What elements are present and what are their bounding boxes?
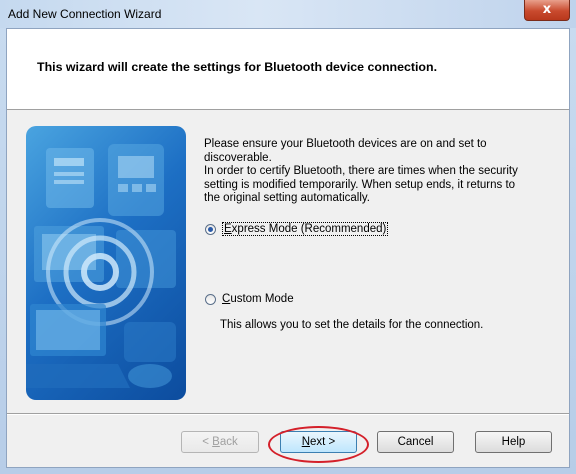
radio-unchecked-icon[interactable] [205, 293, 216, 305]
back-button[interactable]: < Back [181, 431, 259, 453]
instruction-line: setting is modified temporarily. When se… [204, 178, 516, 191]
instruction-line: In order to certify Bluetooth, there are… [204, 165, 518, 177]
express-mode-radio[interactable]: Express Mode (Recommended) [205, 222, 389, 236]
wizard-window: Add New Connection Wizard x This wizard … [0, 0, 576, 474]
custom-mode-description: This allows you to set the details for t… [220, 319, 484, 331]
title-bar[interactable]: Add New Connection Wizard x [0, 0, 576, 28]
window-title: Add New Connection Wizard [8, 7, 162, 21]
instructions-text: Please ensure your Bluetooth devices are… [204, 138, 554, 206]
wizard-header: This wizard will create the settings for… [7, 29, 569, 110]
instruction-line: Please ensure your Bluetooth devices are… [204, 138, 487, 150]
bluetooth-illustration [26, 126, 186, 400]
wizard-client-area: This wizard will create the settings for… [6, 28, 570, 468]
express-mode-label[interactable]: Express Mode (Recommended) [222, 222, 389, 236]
custom-mode-radio[interactable]: Custom Mode [205, 293, 294, 305]
close-button[interactable]: x [524, 0, 570, 21]
close-icon: x [542, 2, 552, 17]
custom-mode-label[interactable]: Custom Mode [222, 293, 294, 305]
button-divider [7, 413, 569, 415]
bluetooth-illustration-graphic [26, 144, 176, 388]
instruction-line: the original setting automatically. [204, 192, 370, 204]
radio-checked-icon[interactable] [205, 223, 216, 235]
header-title: This wizard will create the settings for… [37, 60, 438, 74]
help-button[interactable]: Help [475, 431, 552, 453]
instruction-line: discoverable. [204, 151, 272, 164]
cancel-button[interactable]: Cancel [377, 431, 454, 453]
next-button[interactable]: Next > [280, 431, 357, 453]
